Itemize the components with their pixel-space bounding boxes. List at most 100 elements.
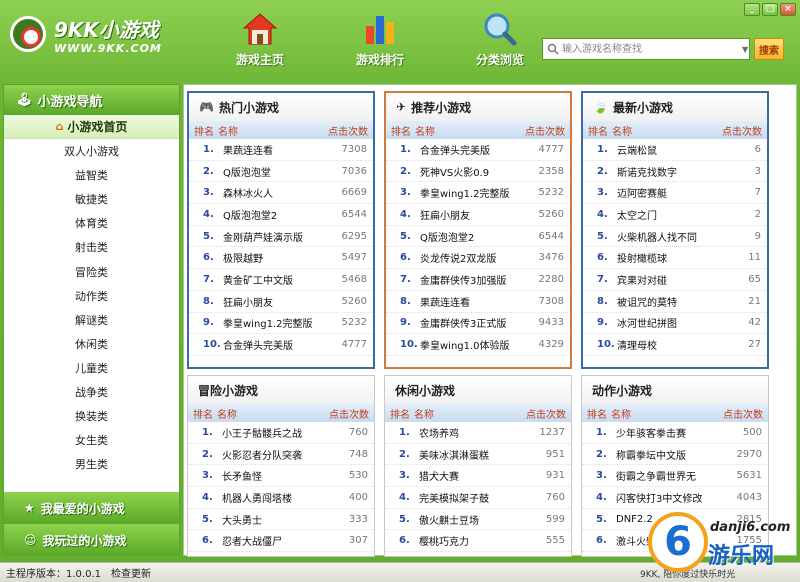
game-name[interactable]: 合金弹头完美版 <box>223 337 342 352</box>
list-item[interactable]: 8. 果蔬连连看 7308 <box>386 291 570 313</box>
game-name[interactable]: 傲火麒士豆场 <box>419 512 546 527</box>
list-item[interactable]: 1. 小王子骷髅兵之战 760 <box>188 422 374 444</box>
list-item[interactable]: 1. 合金弹头完美版 4777 <box>386 139 570 161</box>
list-item[interactable]: 1. 农场养鸡 1237 <box>385 422 571 444</box>
game-name[interactable]: 被诅咒的莫特 <box>617 294 748 309</box>
list-item[interactable]: 4. 完美模拟架子鼓 760 <box>385 487 571 509</box>
list-item[interactable]: 6. 忍者大战僵尸 307 <box>188 530 374 553</box>
list-item[interactable]: 2. 称霸拳坛中文版 2970 <box>582 444 768 466</box>
list-item[interactable]: 8. 狂扁小朋友 5260 <box>189 291 373 313</box>
sidebar-item-category[interactable]: 换装类 <box>4 404 179 428</box>
nav-ranking[interactable]: 游戏排行 <box>320 12 440 70</box>
list-item[interactable]: 3. 迈阿密赛艇 7 <box>583 182 767 205</box>
sidebar-item-category[interactable]: 益智类 <box>4 163 179 187</box>
list-item[interactable]: 2. Q版泡泡堂 7036 <box>189 161 373 183</box>
game-name[interactable]: 樱桃巧克力 <box>419 533 546 548</box>
game-name[interactable]: 狂扁小朋友 <box>223 294 342 309</box>
sidebar-item-category[interactable]: 战争类 <box>4 380 179 404</box>
sidebar-item-category[interactable]: 冒险类 <box>4 259 179 283</box>
list-item[interactable]: 8. 被诅咒的莫特 21 <box>583 291 767 313</box>
list-item[interactable]: 1. 云端松鼠 6 <box>583 139 767 161</box>
game-name[interactable]: 森林冰火人 <box>223 185 342 200</box>
list-item[interactable]: 3. 猎犬大赛 931 <box>385 465 571 488</box>
list-item[interactable]: 6. 极限越野 5497 <box>189 247 373 270</box>
game-name[interactable]: 长矛鱼怪 <box>222 468 349 483</box>
list-item[interactable]: 4. 机器人勇闯塔楼 400 <box>188 487 374 509</box>
sidebar-item-category[interactable]: 敏捷类 <box>4 187 179 211</box>
game-name[interactable]: 小王子骷髅兵之战 <box>222 425 349 440</box>
list-item[interactable]: 10. 拳皇wing1.0体验版 4329 <box>386 334 570 356</box>
game-name[interactable]: 少年骇客拳击赛 <box>616 425 743 440</box>
game-name[interactable]: 忍者大战僵尸 <box>222 533 349 548</box>
list-item[interactable]: 6. 投射橄榄球 11 <box>583 247 767 270</box>
game-name[interactable]: 死神VS火影0.9 <box>420 164 539 179</box>
sidebar-item-category[interactable]: 女生类 <box>4 428 179 452</box>
nav-home[interactable]: 游戏主页 <box>200 12 320 70</box>
game-name[interactable]: 金庸群侠传3正式版 <box>420 315 539 330</box>
check-update-link[interactable]: 检查更新 <box>111 565 151 580</box>
list-item[interactable]: 6. 樱桃巧克力 555 <box>385 530 571 553</box>
list-item[interactable]: 7. 金庸群侠传3加强版 2280 <box>386 269 570 291</box>
game-name[interactable]: 火影忍者分队突袭 <box>222 447 349 462</box>
game-name[interactable]: 投射橄榄球 <box>617 250 748 265</box>
chevron-down-icon[interactable]: ▼ <box>742 45 748 54</box>
game-name[interactable]: 黄金矿工中文版 <box>223 272 342 287</box>
sidebar-item-category[interactable]: 射击类 <box>4 235 179 259</box>
sidebar-item-category[interactable]: 动作类 <box>4 284 179 308</box>
list-item[interactable]: 5. 金刚葫芦娃演示版 6295 <box>189 226 373 248</box>
list-item[interactable]: 9. 冰河世纪拼图 42 <box>583 313 767 335</box>
game-name[interactable]: 完美模拟架子鼓 <box>419 490 546 505</box>
game-name[interactable]: 街霸之争霸世界无 <box>616 468 737 483</box>
list-item[interactable]: 5. Q版泡泡堂2 6544 <box>386 226 570 248</box>
list-item[interactable]: 1. 果蔬连连看 7308 <box>189 139 373 161</box>
list-item[interactable]: 9. 拳皇wing1.2完整版 5232 <box>189 313 373 335</box>
list-item[interactable]: 3. 街霸之争霸世界无 5631 <box>582 465 768 488</box>
list-item[interactable]: 5. 大头勇士 333 <box>188 509 374 531</box>
list-item[interactable]: 3. 森林冰火人 6669 <box>189 182 373 205</box>
game-name[interactable]: 云端松鼠 <box>617 142 755 157</box>
sidebar-item-category[interactable]: 儿童类 <box>4 356 179 380</box>
game-name[interactable]: 迈阿密赛艇 <box>617 185 755 200</box>
close-button[interactable]: × <box>780 3 796 16</box>
game-name[interactable]: Q版泡泡堂2 <box>223 207 342 222</box>
search-button[interactable]: 搜索 <box>754 38 784 60</box>
list-item[interactable]: 2. 斯诺克找数字 3 <box>583 161 767 183</box>
game-name[interactable]: 称霸拳坛中文版 <box>616 447 737 462</box>
game-name[interactable]: 极限越野 <box>223 250 342 265</box>
game-name[interactable]: 宾果对对碰 <box>617 272 748 287</box>
game-name[interactable]: 猎犬大赛 <box>419 468 546 483</box>
game-name[interactable]: 清理母校 <box>617 337 748 352</box>
sidebar-item-category[interactable]: 解谜类 <box>4 308 179 332</box>
game-name[interactable]: 炎龙传说2双龙版 <box>420 250 539 265</box>
minimize-button[interactable]: _ <box>744 3 760 16</box>
list-item[interactable]: 3. 长矛鱼怪 530 <box>188 465 374 488</box>
sidebar-item-category[interactable]: 体育类 <box>4 211 179 235</box>
list-item[interactable]: 6. 炎龙传说2双龙版 3476 <box>386 247 570 270</box>
game-name[interactable]: 金庸群侠传3加强版 <box>420 272 539 287</box>
game-name[interactable]: 狂扁小朋友 <box>420 207 539 222</box>
game-name[interactable]: 农场养鸡 <box>419 425 540 440</box>
list-item[interactable]: 2. 火影忍者分队突袭 748 <box>188 444 374 466</box>
list-item[interactable]: 3. 拳皇wing1.2完整版 5232 <box>386 182 570 205</box>
sidebar-item-category[interactable]: 男生类 <box>4 452 179 476</box>
sidebar-favorites[interactable]: ★ 我最爱的小游戏 <box>4 492 179 524</box>
search-input[interactable] <box>562 40 742 58</box>
game-name[interactable]: 果蔬连连看 <box>420 294 539 309</box>
maximize-button[interactable]: □ <box>762 3 778 16</box>
list-item[interactable]: 2. 美味冰淇淋蛋糕 951 <box>385 444 571 466</box>
list-item[interactable]: 9. 金庸群侠传3正式版 9433 <box>386 313 570 335</box>
game-name[interactable]: 拳皇wing1.2完整版 <box>223 315 342 330</box>
list-item[interactable]: 1. 少年骇客拳击赛 500 <box>582 422 768 444</box>
list-item[interactable]: 10. 清理母校 27 <box>583 334 767 356</box>
list-item[interactable]: 5. 火柴机器人找不同 9 <box>583 226 767 248</box>
list-item[interactable]: 4. 太空之门 2 <box>583 204 767 226</box>
list-item[interactable]: 7. 宾果对对碰 65 <box>583 269 767 291</box>
game-name[interactable]: 冰河世纪拼图 <box>617 315 748 330</box>
game-name[interactable]: 火柴机器人找不同 <box>617 229 755 244</box>
game-name[interactable]: 拳皇wing1.2完整版 <box>420 185 539 200</box>
game-name[interactable]: 合金弹头完美版 <box>420 142 539 157</box>
game-name[interactable]: Q版泡泡堂 <box>223 164 342 179</box>
list-item[interactable]: 2. 死神VS火影0.9 2358 <box>386 161 570 183</box>
game-name[interactable]: Q版泡泡堂2 <box>420 229 539 244</box>
list-item[interactable]: 10. 合金弹头完美版 4777 <box>189 334 373 356</box>
